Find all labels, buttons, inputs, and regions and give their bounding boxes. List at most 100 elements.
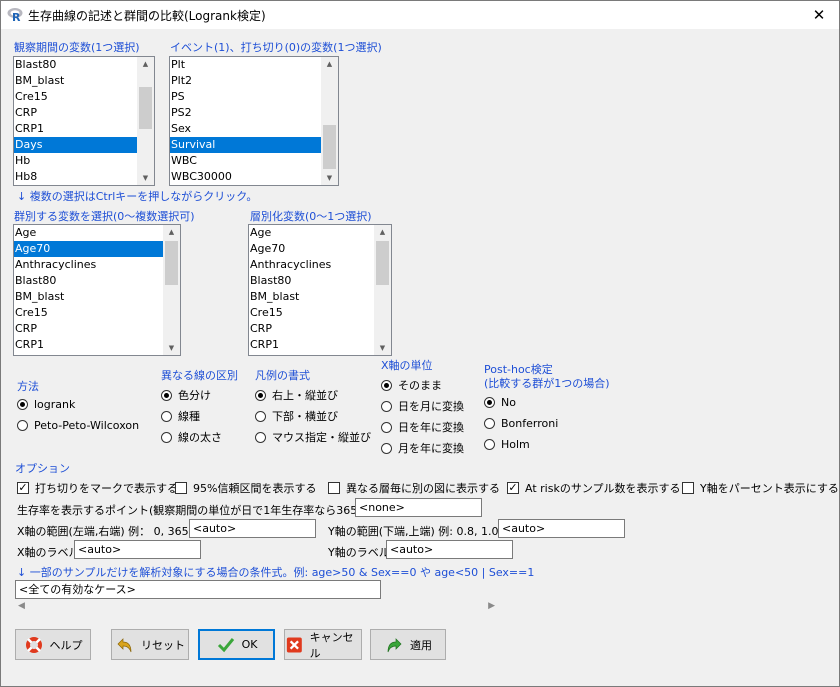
xunit-option-asis[interactable]: そのまま (381, 377, 442, 393)
check-at-risk[interactable]: ✓ At riskのサンプル数を表示する (507, 480, 681, 496)
close-button[interactable]: ✕ (799, 1, 839, 29)
event-var-item[interactable]: WBC (170, 153, 321, 169)
group-var-item[interactable]: CRP (14, 321, 163, 337)
line-style-option-type[interactable]: 線種 (161, 408, 200, 424)
survival-point-input[interactable]: <none> (355, 498, 482, 517)
radio-indicator[interactable] (255, 431, 266, 443)
xlabel-input[interactable]: <auto> (74, 540, 201, 559)
checkbox-box[interactable] (328, 482, 340, 494)
check-ci[interactable]: 95%信頼区間を表示する (175, 480, 316, 496)
event-var-item[interactable]: Plt (170, 57, 321, 73)
posthoc-option-no[interactable]: No (484, 396, 516, 409)
legend-option-topright[interactable]: 右上・縦並び (255, 387, 338, 403)
strata-var-item[interactable]: Age (249, 225, 374, 241)
scroll-up-arrow-icon[interactable]: ▲ (163, 225, 180, 239)
radio-indicator[interactable] (484, 397, 495, 408)
help-button[interactable]: ヘルプ (15, 629, 91, 660)
event-var-scrollbar[interactable]: ▲ ▼ (321, 57, 338, 185)
group-var-item[interactable]: Age70 (14, 241, 163, 257)
time-var-item[interactable]: CRP1 (14, 121, 137, 137)
group-var-item[interactable]: Blast80 (14, 273, 163, 289)
yrange-input[interactable]: <auto> (498, 519, 625, 538)
event-var-item[interactable]: Survival (170, 137, 321, 153)
check-y-percent[interactable]: Y軸をパーセント表示にする (682, 480, 839, 496)
posthoc-option-holm[interactable]: Holm (484, 438, 530, 451)
strata-var-item[interactable]: Blast80 (249, 273, 374, 289)
xunit-option-month-year[interactable]: 月を年に変換 (381, 440, 464, 456)
scroll-up-arrow-icon[interactable]: ▲ (374, 225, 391, 239)
group-var-item[interactable]: Cre15 (14, 305, 163, 321)
reset-button[interactable]: リセット (111, 629, 189, 660)
scroll-up-arrow-icon[interactable]: ▲ (137, 57, 154, 71)
radio-indicator[interactable] (381, 421, 392, 433)
time-var-item[interactable]: Days (14, 137, 137, 153)
cancel-button[interactable]: キャンセル (284, 629, 362, 660)
radio-indicator[interactable] (161, 431, 172, 443)
check-separate-strata[interactable]: 異なる層毎に別の図に表示する (328, 480, 500, 496)
scroll-right-arrow-icon[interactable]: ▶ (488, 601, 495, 611)
strata-var-listbox[interactable]: Age Age70 Anthracyclines Blast80 BM_blast Cre… (248, 224, 392, 356)
time-var-listbox[interactable]: Blast80 BM_blast Cre15 CRP CRP1 Days Hb Hb8 ▲ ▼ (13, 56, 155, 186)
radio-indicator[interactable] (484, 418, 495, 429)
subset-hscrollbar[interactable]: ◀ ▶ (15, 599, 498, 616)
ylabel-input[interactable]: <auto> (386, 540, 513, 559)
checkbox-box[interactable]: ✓ (17, 482, 29, 494)
method-option-logrank[interactable]: logrank (17, 398, 75, 411)
radio-indicator[interactable] (255, 389, 266, 401)
strata-var-item[interactable]: BM_blast (249, 289, 374, 305)
radio-indicator[interactable] (17, 420, 28, 431)
xunit-option-day-year[interactable]: 日を年に変換 (381, 419, 464, 435)
group-var-item[interactable]: Age (14, 225, 163, 241)
time-var-item[interactable]: Cre15 (14, 89, 137, 105)
group-var-listbox[interactable]: Age Age70 Anthracyclines Blast80 BM_blast Cre… (13, 224, 181, 356)
scroll-thumb[interactable] (139, 87, 152, 129)
radio-indicator[interactable] (381, 400, 392, 412)
scroll-thumb[interactable] (323, 125, 336, 169)
xunit-option-day-month[interactable]: 日を月に変換 (381, 398, 464, 414)
scroll-down-arrow-icon[interactable]: ▼ (374, 341, 391, 355)
time-var-item[interactable]: Hb8 (14, 169, 137, 185)
event-var-item[interactable]: PS (170, 89, 321, 105)
checkbox-box[interactable] (682, 482, 694, 494)
apply-button[interactable]: 適用 (370, 629, 446, 660)
method-option-peto[interactable]: Peto-Peto-Wilcoxon (17, 419, 139, 432)
radio-indicator[interactable] (161, 389, 172, 401)
event-var-item[interactable]: Plt2 (170, 73, 321, 89)
check-censor-mark[interactable]: ✓ 打ち切りをマークで表示する (17, 480, 178, 496)
scroll-up-arrow-icon[interactable]: ▲ (321, 57, 338, 71)
radio-indicator[interactable] (381, 442, 392, 454)
subset-input[interactable]: <全ての有効なケース> (15, 580, 381, 599)
radio-indicator[interactable] (161, 410, 172, 422)
line-style-option-color[interactable]: 色分け (161, 387, 211, 403)
radio-indicator[interactable] (255, 410, 266, 422)
strata-var-item[interactable]: Anthracyclines (249, 257, 374, 273)
legend-option-mouse[interactable]: マウス指定・縦並び (255, 429, 371, 445)
time-var-item[interactable]: Blast80 (14, 57, 137, 73)
scroll-down-arrow-icon[interactable]: ▼ (163, 341, 180, 355)
posthoc-option-bonferroni[interactable]: Bonferroni (484, 417, 558, 430)
event-var-item[interactable]: WBC30000 (170, 169, 321, 185)
strata-var-item[interactable]: Age70 (249, 241, 374, 257)
xrange-input[interactable]: <auto> (189, 519, 316, 538)
scroll-left-arrow-icon[interactable]: ◀ (18, 601, 25, 611)
group-var-item[interactable]: CRP1 (14, 337, 163, 353)
checkbox-box[interactable] (175, 482, 187, 494)
strata-var-scrollbar[interactable]: ▲ ▼ (374, 225, 391, 355)
group-var-scrollbar[interactable]: ▲ ▼ (163, 225, 180, 355)
time-var-item[interactable]: CRP (14, 105, 137, 121)
group-var-item[interactable]: Anthracyclines (14, 257, 163, 273)
event-var-listbox[interactable]: Plt Plt2 PS PS2 Sex Survival WBC WBC30000 ▲ ▼ (169, 56, 339, 186)
group-var-item[interactable]: BM_blast (14, 289, 163, 305)
radio-indicator[interactable] (381, 379, 392, 391)
time-var-item[interactable]: Hb (14, 153, 137, 169)
time-var-item[interactable]: BM_blast (14, 73, 137, 89)
event-var-item[interactable]: Sex (170, 121, 321, 137)
scroll-thumb[interactable] (165, 241, 178, 285)
line-style-option-width[interactable]: 線の太さ (161, 429, 222, 445)
event-var-item[interactable]: PS2 (170, 105, 321, 121)
strata-var-item[interactable]: CRP1 (249, 337, 374, 353)
radio-indicator[interactable] (484, 439, 495, 450)
checkbox-box[interactable]: ✓ (507, 482, 519, 494)
strata-var-item[interactable]: CRP (249, 321, 374, 337)
scroll-down-arrow-icon[interactable]: ▼ (137, 171, 154, 185)
